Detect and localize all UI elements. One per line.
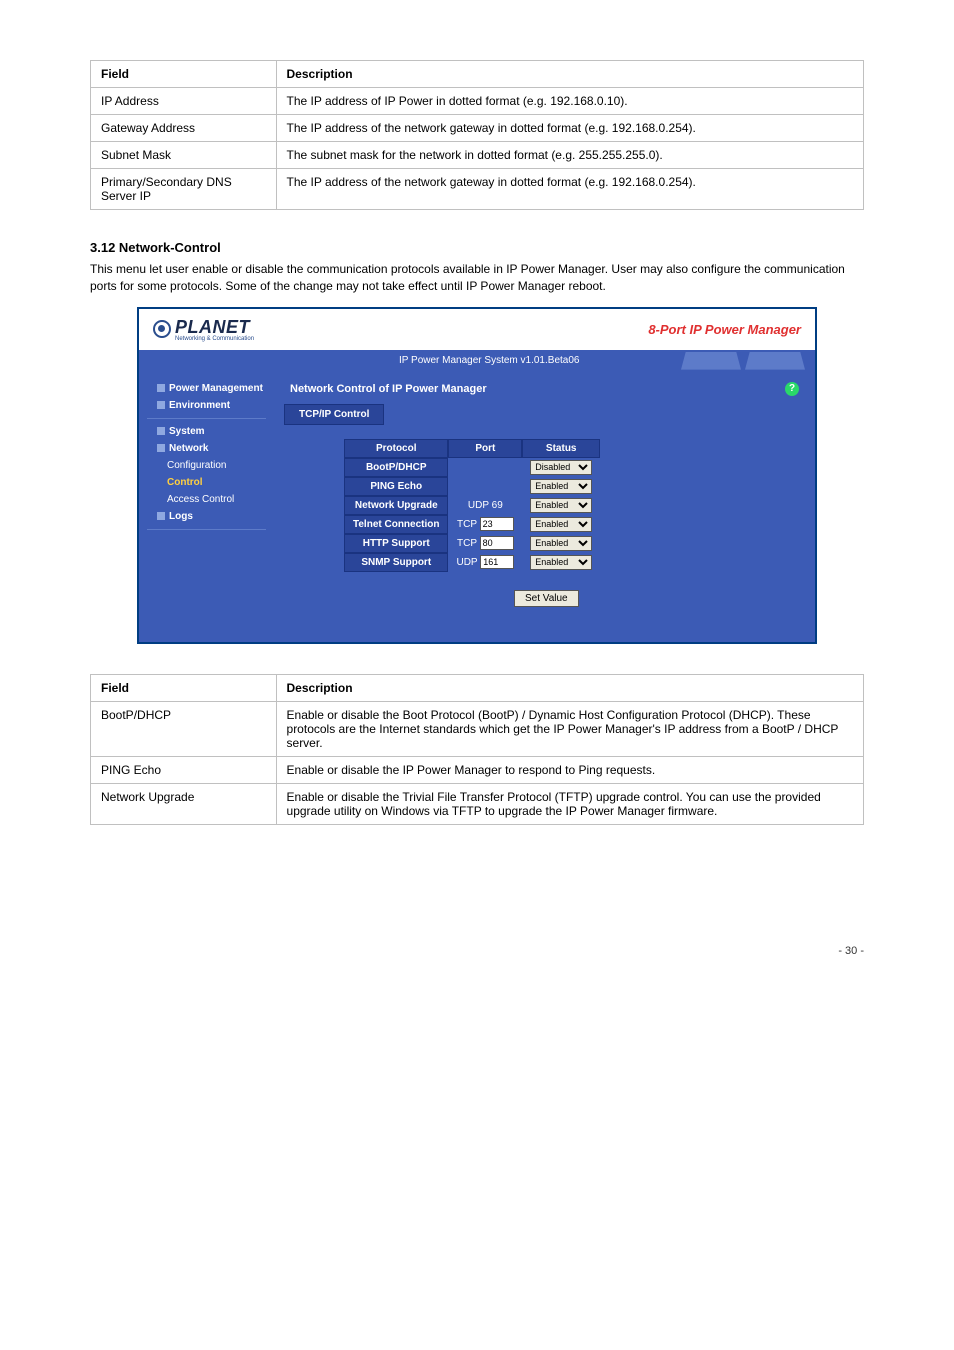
port-label: TCP (457, 538, 477, 549)
field-cell: Subnet Mask (91, 142, 277, 169)
table-row: SNMP Support UDP Enabled (344, 553, 600, 572)
top-tabbar: IP Power Manager System v1.01.Beta06 (139, 350, 815, 372)
bullet-icon (157, 512, 165, 520)
desc-cell: Enable or disable the IP Power Manager t… (276, 756, 863, 783)
table-row: Telnet Connection TCP Enabled (344, 515, 600, 534)
table-row: Network Upgrade Enable or disable the Tr… (91, 783, 864, 824)
table-row: PING Echo Enable or disable the IP Power… (91, 756, 864, 783)
col-protocol: Protocol (344, 439, 448, 458)
desc-cell: The IP address of the network gateway in… (276, 115, 863, 142)
protocol-ping-echo: PING Echo (344, 477, 448, 496)
protocol-network-upgrade: Network Upgrade (344, 496, 448, 515)
sidebar-item-system[interactable]: System (139, 423, 274, 440)
table1-header-field: Field (91, 61, 277, 88)
port-input-http[interactable] (480, 536, 514, 550)
panel-title: Network Control of IP Power Manager (290, 383, 487, 395)
port-input-telnet[interactable] (480, 517, 514, 531)
table-row: PING Echo Enabled (344, 477, 600, 496)
table-row: BootP/DHCP Disabled (344, 458, 600, 477)
desc-cell: Enable or disable the Boot Protocol (Boo… (276, 701, 863, 756)
port-label: UDP 69 (468, 500, 503, 511)
table1-header-desc: Description (276, 61, 863, 88)
protocol-snmp: SNMP Support (344, 553, 448, 572)
bullet-icon (157, 444, 165, 452)
field-description-table-2: Field Description BootP/DHCP Enable or d… (90, 674, 864, 825)
product-title: 8-Port IP Power Manager (648, 322, 801, 337)
help-icon[interactable]: ? (785, 382, 799, 396)
sidebar-item-configuration[interactable]: Configuration (139, 457, 274, 474)
table-row: HTTP Support TCP Enabled (344, 534, 600, 553)
sidebar-separator (147, 529, 266, 530)
bullet-icon (157, 427, 165, 435)
protocol-http: HTTP Support (344, 534, 448, 553)
table-row: Gateway Address The IP address of the ne… (91, 115, 864, 142)
status-select-snmp[interactable]: Enabled (530, 555, 592, 570)
table2-header-field: Field (91, 674, 277, 701)
subtab-tcpip-control[interactable]: TCP/IP Control (284, 404, 384, 425)
protocol-telnet: Telnet Connection (344, 515, 448, 534)
field-cell: Network Upgrade (91, 783, 277, 824)
port-label: UDP (456, 557, 477, 568)
field-description-table-1: Field Description IP Address The IP addr… (90, 60, 864, 210)
protocol-bootp-dhcp: BootP/DHCP (344, 458, 448, 477)
table-row: BootP/DHCP Enable or disable the Boot Pr… (91, 701, 864, 756)
logo-subtext: Networking & Communication (175, 336, 254, 342)
section-description: This menu let user enable or disable the… (90, 261, 864, 295)
page-number: - 30 - (90, 945, 864, 957)
tab-placeholder[interactable] (745, 352, 805, 370)
field-cell: Gateway Address (91, 115, 277, 142)
table-row: Subnet Mask The subnet mask for the netw… (91, 142, 864, 169)
table-row: IP Address The IP address of IP Power in… (91, 88, 864, 115)
bullet-icon (157, 384, 165, 392)
field-cell: BootP/DHCP (91, 701, 277, 756)
status-select-telnet[interactable]: Enabled (530, 517, 592, 532)
logo-text: PLANET (175, 317, 254, 338)
logo: PLANET Networking & Communication (153, 317, 254, 342)
field-cell: IP Address (91, 88, 277, 115)
status-select-upgrade[interactable]: Enabled (530, 498, 592, 513)
tab-placeholder[interactable] (681, 352, 741, 370)
desc-cell: The IP address of IP Power in dotted for… (276, 88, 863, 115)
logo-icon (153, 320, 171, 338)
table-row: Network Upgrade UDP 69 Enabled (344, 496, 600, 515)
section-heading: 3.12 Network-Control (90, 240, 864, 255)
set-value-button[interactable]: Set Value (514, 590, 579, 607)
col-status: Status (522, 439, 600, 458)
sidebar: Power Management Environment System Netw… (139, 372, 274, 642)
app-screenshot: PLANET Networking & Communication 8-Port… (137, 307, 817, 644)
table-row: Primary/Secondary DNS Server IP The IP a… (91, 169, 864, 210)
version-text: IP Power Manager System v1.01.Beta06 (149, 355, 579, 366)
sidebar-item-control[interactable]: Control (139, 474, 274, 491)
desc-cell: The subnet mask for the network in dotte… (276, 142, 863, 169)
app-header: PLANET Networking & Communication 8-Port… (139, 309, 815, 350)
status-select-ping[interactable]: Enabled (530, 479, 592, 494)
sidebar-item-power-management[interactable]: Power Management (139, 380, 274, 397)
col-port: Port (448, 439, 522, 458)
sidebar-item-environment[interactable]: Environment (139, 397, 274, 414)
sidebar-item-network[interactable]: Network (139, 440, 274, 457)
sidebar-item-access-control[interactable]: Access Control (139, 491, 274, 508)
status-select-bootp[interactable]: Disabled (530, 460, 592, 475)
bullet-icon (157, 401, 165, 409)
sidebar-separator (147, 418, 266, 419)
table2-header-desc: Description (276, 674, 863, 701)
desc-cell: The IP address of the network gateway in… (276, 169, 863, 210)
content-panel: Network Control of IP Power Manager ? TC… (274, 372, 815, 642)
status-select-http[interactable]: Enabled (530, 536, 592, 551)
field-cell: Primary/Secondary DNS Server IP (91, 169, 277, 210)
port-label: TCP (457, 519, 477, 530)
port-input-snmp[interactable] (480, 555, 514, 569)
sidebar-item-logs[interactable]: Logs (139, 508, 274, 525)
protocol-table: Protocol Port Status BootP/DHCP Disabled… (344, 439, 600, 572)
desc-cell: Enable or disable the Trivial File Trans… (276, 783, 863, 824)
field-cell: PING Echo (91, 756, 277, 783)
